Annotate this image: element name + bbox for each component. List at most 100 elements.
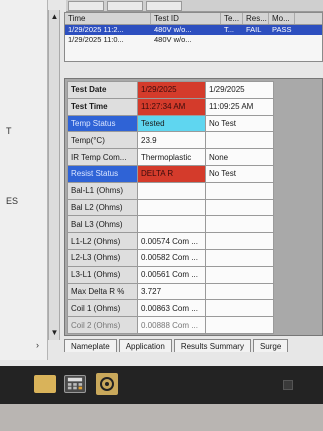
grid-value-previous[interactable]: None <box>205 148 274 166</box>
grid-label: L3-L1 (Ohms) <box>67 265 138 284</box>
grid-label: Test Date <box>67 81 138 99</box>
grid-label: Bal-L1 (Ohms) <box>67 181 138 200</box>
grid-row-l3-l1: L3-L1 (Ohms) 0.00561 Com ... <box>67 265 274 284</box>
tab-scroll-left-icon[interactable]: › <box>36 340 39 350</box>
record-time: 1/29/2025 11:2... <box>68 25 124 34</box>
comparison-grid-panel: Test Date 1/29/2025 1/29/2025 Test Time … <box>64 78 323 336</box>
grid-value-previous[interactable]: 1/29/2025 <box>205 81 274 99</box>
scroll-up-icon[interactable]: ▲ <box>50 12 59 21</box>
top-tab[interactable] <box>68 1 104 11</box>
record-result: FAIL <box>246 25 262 34</box>
grid-label: Temp Status <box>67 114 138 133</box>
grid-label: Temp(°C) <box>67 131 138 150</box>
test-records-list: Time Test ID Te... Res... Mo... 1/29/202… <box>64 12 323 62</box>
grid-label: Test Time <box>67 97 138 116</box>
grid-label: Resist Status <box>67 164 138 183</box>
tab-results-summary[interactable]: Results Summary <box>173 339 251 352</box>
grid-row-resist-status: Resist Status DELTA R No Test <box>67 164 274 183</box>
app-icon[interactable] <box>96 373 118 395</box>
column-header-te[interactable]: Te... <box>221 13 243 24</box>
grid-label: L2-L3 (Ohms) <box>67 248 138 267</box>
grid-value-current[interactable]: Thermoplastic <box>137 148 206 166</box>
grid-value-current[interactable]: 0.00863 Com ... <box>137 299 206 318</box>
column-header-mode[interactable]: Mo... <box>269 13 295 24</box>
record-test-id: 480V w/o... <box>154 35 192 44</box>
tab-surge[interactable]: Surge <box>252 339 289 352</box>
bottom-tab-bar: Nameplate Application Results Summary Su… <box>64 338 323 352</box>
grid-value-previous[interactable] <box>205 248 274 267</box>
tab-application[interactable]: Application <box>118 339 172 352</box>
top-tab[interactable] <box>146 1 182 11</box>
grid-value-previous[interactable] <box>205 198 274 217</box>
screen: T ES ▲ ▼ Time Test ID Te... Res... Mo...… <box>0 0 323 431</box>
grid-row-ir-temp-comp: IR Temp Com... Thermoplastic None <box>67 148 274 166</box>
record-te: T... <box>224 25 235 34</box>
grid-value-previous[interactable] <box>205 215 274 234</box>
vertical-scrollbar[interactable]: ▲ ▼ <box>48 10 60 340</box>
grid-row-max-delta-r: Max Delta R % 3.727 <box>67 282 274 301</box>
grid-row-test-date: Test Date 1/29/2025 1/29/2025 <box>67 81 274 99</box>
grid-value-previous[interactable] <box>205 282 274 301</box>
column-header-test-id[interactable]: Test ID <box>151 13 221 24</box>
grid-value-current[interactable]: 0.00574 Com ... <box>137 232 206 250</box>
grid-value-previous[interactable]: 11:09:25 AM <box>205 97 274 116</box>
grid-value-current[interactable]: 23.9 <box>137 131 206 150</box>
grid-row-bal-l1: Bal-L1 (Ohms) <box>67 181 274 200</box>
tray-icon[interactable] <box>283 380 293 390</box>
grid-row-coil-1: Coil 1 (Ohms) 0.00863 Com ... <box>67 299 274 318</box>
left-panel: T ES <box>0 0 48 360</box>
grid-value-current[interactable] <box>137 181 206 200</box>
grid-value-current[interactable]: 3.727 <box>137 282 206 301</box>
scroll-down-icon[interactable]: ▼ <box>50 328 59 337</box>
record-test-id: 480V w/o... <box>154 25 192 34</box>
grid-row-bal-l2: Bal L2 (Ohms) <box>67 198 274 217</box>
grid-row-bal-l3: Bal L3 (Ohms) <box>67 215 274 234</box>
tab-nameplate[interactable]: Nameplate <box>64 339 117 352</box>
grid-row-coil-2: Coil 2 (Ohms) 0.00888 Com ... <box>67 316 274 334</box>
grid-value-current[interactable]: DELTA R <box>137 164 206 183</box>
grid-value-current[interactable]: 11:27:34 AM <box>137 97 206 116</box>
grid-label: Coil 2 (Ohms) <box>67 316 138 334</box>
grid-value-current[interactable]: 0.00582 Com ... <box>137 248 206 267</box>
grid-value-previous[interactable]: No Test <box>205 164 274 183</box>
grid-label: Coil 1 (Ohms) <box>67 299 138 318</box>
grid-value-previous[interactable] <box>205 316 274 334</box>
grid-value-previous[interactable] <box>205 232 274 250</box>
folder-icon[interactable] <box>34 375 56 393</box>
column-header-result[interactable]: Res... <box>243 13 269 24</box>
comparison-grid: Test Date 1/29/2025 1/29/2025 Test Time … <box>67 81 274 334</box>
grid-value-current[interactable] <box>137 215 206 234</box>
column-header-time[interactable]: Time <box>65 13 151 24</box>
taskbar <box>0 366 323 404</box>
monitor-bezel <box>0 404 323 431</box>
top-tab-strip <box>66 0 323 12</box>
grid-value-previous[interactable] <box>205 131 274 150</box>
grid-value-previous[interactable] <box>205 299 274 318</box>
grid-row-temp-status: Temp Status Tested No Test <box>67 114 274 133</box>
grid-label: Max Delta R % <box>67 282 138 301</box>
grid-label: Bal L2 (Ohms) <box>67 198 138 217</box>
grid-value-current[interactable]: 0.00561 Com ... <box>137 265 206 284</box>
grid-value-current[interactable] <box>137 198 206 217</box>
record-row-selected[interactable]: 1/29/2025 11:2... 480V w/o... T... FAIL … <box>65 25 322 35</box>
top-tab[interactable] <box>107 1 143 11</box>
grid-value-current[interactable]: 0.00888 Com ... <box>137 316 206 334</box>
records-header: Time Test ID Te... Res... Mo... <box>65 13 322 25</box>
grid-label: Bal L3 (Ohms) <box>67 215 138 234</box>
grid-row-l2-l3: L2-L3 (Ohms) 0.00582 Com ... <box>67 248 274 267</box>
record-row[interactable]: 1/29/2025 11:0... 480V w/o... <box>65 35 322 45</box>
grid-value-previous[interactable] <box>205 181 274 200</box>
grid-value-current[interactable]: Tested <box>137 114 206 133</box>
record-time: 1/29/2025 11:0... <box>68 35 124 44</box>
grid-label: IR Temp Com... <box>67 148 138 166</box>
grid-value-previous[interactable]: No Test <box>205 114 274 133</box>
left-panel-text-1: T <box>6 126 12 136</box>
grid-value-current[interactable]: 1/29/2025 <box>137 81 206 99</box>
grid-row-l1-l2: L1-L2 (Ohms) 0.00574 Com ... <box>67 232 274 250</box>
grid-row-temp: Temp(°C) 23.9 <box>67 131 274 150</box>
grid-value-previous[interactable] <box>205 265 274 284</box>
calculator-icon[interactable] <box>64 375 86 393</box>
grid-row-test-time: Test Time 11:27:34 AM 11:09:25 AM <box>67 97 274 116</box>
record-mode: PASS <box>272 25 292 34</box>
left-panel-text-2: ES <box>6 196 19 206</box>
